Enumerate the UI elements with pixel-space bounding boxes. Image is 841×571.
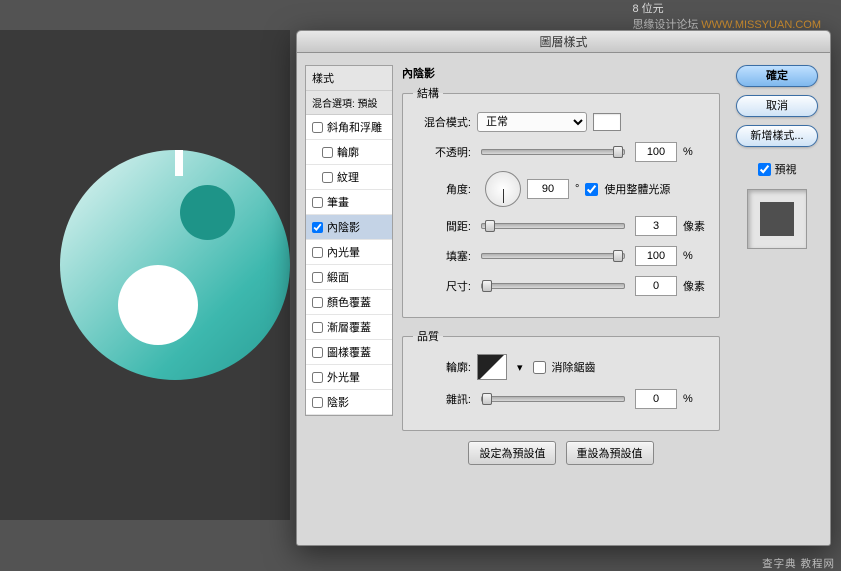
style-item-4[interactable]: 內陰影 bbox=[306, 215, 392, 240]
choke-value[interactable]: 100 bbox=[635, 246, 677, 266]
new-style-button[interactable]: 新增樣式... bbox=[736, 125, 818, 147]
layer-style-dialog: 圖層樣式 樣式 混合選項: 預設 斜角和浮雕輪廓紋理筆畫內陰影內光暈緞面顏色覆蓋… bbox=[296, 30, 831, 546]
styles-header[interactable]: 樣式 bbox=[306, 66, 392, 91]
distance-slider[interactable] bbox=[481, 223, 625, 229]
contour-dropdown-icon[interactable]: ▾ bbox=[513, 361, 527, 374]
style-label-8: 漸層覆蓋 bbox=[327, 319, 371, 335]
style-checkbox-8[interactable] bbox=[312, 322, 323, 333]
style-item-1[interactable]: 輪廓 bbox=[306, 140, 392, 165]
style-checkbox-1[interactable] bbox=[322, 147, 333, 158]
opacity-label: 不透明: bbox=[413, 144, 471, 160]
distance-value[interactable]: 3 bbox=[635, 216, 677, 236]
contour-picker[interactable] bbox=[477, 354, 507, 380]
style-checkbox-0[interactable] bbox=[312, 122, 323, 133]
effect-settings-panel: 內陰影 結構 混合模式: 正常 不透明: 100 % 角度: 90 bbox=[402, 65, 720, 465]
style-label-9: 圖樣覆蓋 bbox=[327, 344, 371, 360]
quality-legend: 品質 bbox=[413, 328, 443, 344]
preview-swatch bbox=[760, 202, 794, 236]
style-checkbox-5[interactable] bbox=[312, 247, 323, 258]
style-label-6: 緞面 bbox=[327, 269, 349, 285]
style-checkbox-11[interactable] bbox=[312, 397, 323, 408]
style-checkbox-9[interactable] bbox=[312, 347, 323, 358]
ok-button[interactable]: 確定 bbox=[736, 65, 818, 87]
style-checkbox-6[interactable] bbox=[312, 272, 323, 283]
style-label-10: 外光暈 bbox=[327, 369, 360, 385]
style-label-5: 內光暈 bbox=[327, 244, 360, 260]
style-label-7: 顏色覆蓋 bbox=[327, 294, 371, 310]
size-unit: 像素 bbox=[683, 278, 709, 294]
style-checkbox-7[interactable] bbox=[312, 297, 323, 308]
artwork-preview bbox=[60, 150, 290, 380]
canvas-background bbox=[0, 30, 290, 520]
style-item-3[interactable]: 筆畫 bbox=[306, 190, 392, 215]
distance-unit: 像素 bbox=[683, 218, 709, 234]
global-light-label: 使用整體光源 bbox=[604, 181, 670, 197]
contour-label: 輪廓: bbox=[413, 359, 471, 375]
structure-legend: 結構 bbox=[413, 85, 443, 101]
dialog-title: 圖層樣式 bbox=[297, 31, 830, 53]
antialias-label: 消除鋸齒 bbox=[552, 359, 596, 375]
structure-group: 結構 混合模式: 正常 不透明: 100 % 角度: 90 ° bbox=[402, 85, 720, 318]
antialias-checkbox[interactable] bbox=[533, 361, 546, 374]
size-label: 尺寸: bbox=[413, 278, 471, 294]
style-label-3: 筆畫 bbox=[327, 194, 349, 210]
angle-picker[interactable] bbox=[485, 171, 521, 207]
style-item-7[interactable]: 顏色覆蓋 bbox=[306, 290, 392, 315]
noise-value[interactable]: 0 bbox=[635, 389, 677, 409]
watermark-main: 查字典 教程网 bbox=[762, 556, 835, 571]
reset-default-button[interactable]: 重設為預設值 bbox=[566, 441, 654, 465]
style-item-9[interactable]: 圖樣覆蓋 bbox=[306, 340, 392, 365]
style-checkbox-10[interactable] bbox=[312, 372, 323, 383]
effect-title: 內陰影 bbox=[402, 65, 720, 81]
global-light-checkbox[interactable] bbox=[585, 183, 598, 196]
style-item-2[interactable]: 紋理 bbox=[306, 165, 392, 190]
angle-unit: ° bbox=[575, 183, 579, 195]
style-item-6[interactable]: 緞面 bbox=[306, 265, 392, 290]
color-swatch[interactable] bbox=[593, 113, 621, 131]
style-item-5[interactable]: 內光暈 bbox=[306, 240, 392, 265]
style-checkbox-3[interactable] bbox=[312, 197, 323, 208]
angle-value[interactable]: 90 bbox=[527, 179, 569, 199]
bit-depth-label: 8 位元 bbox=[632, 0, 821, 16]
quality-group: 品質 輪廓: ▾ 消除鋸齒 雜訊: 0 % bbox=[402, 328, 720, 431]
preview-label: 預視 bbox=[775, 161, 797, 177]
blend-mode-label: 混合模式: bbox=[413, 114, 471, 130]
make-default-button[interactable]: 設定為預設值 bbox=[468, 441, 556, 465]
styles-list-panel: 樣式 混合選項: 預設 斜角和浮雕輪廓紋理筆畫內陰影內光暈緞面顏色覆蓋漸層覆蓋圖… bbox=[305, 65, 393, 416]
preview-thumbnail bbox=[747, 189, 807, 249]
choke-label: 填塞: bbox=[413, 248, 471, 264]
opacity-value[interactable]: 100 bbox=[635, 142, 677, 162]
opacity-slider[interactable] bbox=[481, 149, 625, 155]
style-label-1: 輪廓 bbox=[337, 144, 359, 160]
preview-checkbox[interactable] bbox=[758, 163, 771, 176]
size-slider[interactable] bbox=[481, 283, 625, 289]
style-label-4: 內陰影 bbox=[327, 219, 360, 235]
blend-mode-select[interactable]: 正常 bbox=[477, 112, 587, 132]
opacity-unit: % bbox=[683, 146, 709, 158]
distance-label: 間距: bbox=[413, 218, 471, 234]
style-item-8[interactable]: 漸層覆蓋 bbox=[306, 315, 392, 340]
noise-unit: % bbox=[683, 393, 709, 405]
artwork-notch bbox=[175, 150, 183, 176]
style-label-11: 陰影 bbox=[327, 394, 349, 410]
noise-label: 雜訊: bbox=[413, 391, 471, 407]
style-checkbox-4[interactable] bbox=[312, 222, 323, 233]
style-item-10[interactable]: 外光暈 bbox=[306, 365, 392, 390]
angle-label: 角度: bbox=[413, 181, 471, 197]
cancel-button[interactable]: 取消 bbox=[736, 95, 818, 117]
style-item-11[interactable]: 陰影 bbox=[306, 390, 392, 415]
style-label-2: 紋理 bbox=[337, 169, 359, 185]
style-label-0: 斜角和浮雕 bbox=[327, 119, 382, 135]
size-value[interactable]: 0 bbox=[635, 276, 677, 296]
noise-slider[interactable] bbox=[481, 396, 625, 402]
style-checkbox-2[interactable] bbox=[322, 172, 333, 183]
style-item-0[interactable]: 斜角和浮雕 bbox=[306, 115, 392, 140]
choke-slider[interactable] bbox=[481, 253, 625, 259]
choke-unit: % bbox=[683, 250, 709, 262]
blend-options-item[interactable]: 混合選項: 預設 bbox=[306, 91, 392, 115]
